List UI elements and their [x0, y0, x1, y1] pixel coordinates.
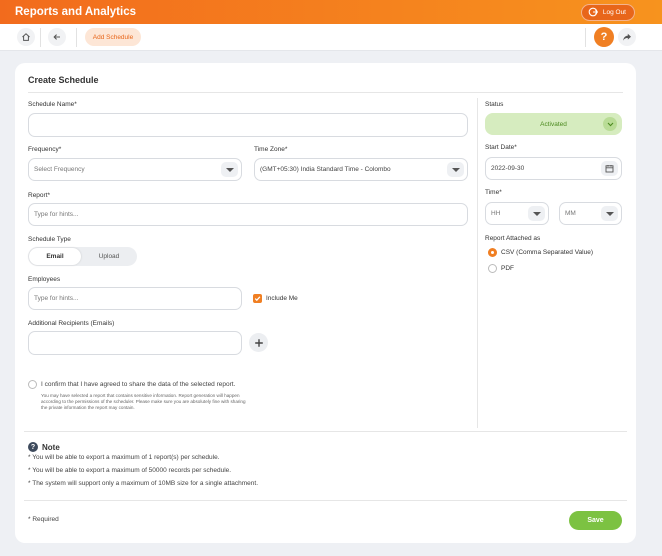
minute-value: MM — [565, 210, 576, 217]
chevron-down-icon — [528, 206, 545, 221]
frequency-select[interactable]: Select Frequency — [28, 158, 242, 181]
toolbar-divider — [76, 28, 77, 47]
footer-divider — [24, 500, 627, 501]
required-note: * Required — [28, 516, 59, 523]
calendar-icon[interactable] — [601, 161, 618, 176]
pdf-radio[interactable] — [488, 264, 497, 273]
title-divider — [28, 92, 623, 93]
add-recipient-button[interactable] — [249, 333, 268, 352]
consent-warning: You may have selected a report that cont… — [41, 393, 246, 410]
status-value: Activated — [540, 120, 567, 128]
chevron-down-icon — [447, 162, 464, 177]
arrow-left-icon — [53, 34, 60, 40]
additional-recipients-input[interactable] — [28, 331, 242, 355]
help-icon: ? — [600, 31, 608, 43]
include-me-checkbox[interactable] — [253, 294, 262, 303]
schedule-type-email[interactable]: Email — [29, 248, 81, 265]
start-date-input[interactable]: 2022-09-30 — [485, 157, 622, 180]
report-label: Report* — [28, 192, 51, 199]
logout-icon — [588, 7, 598, 17]
note-item: * You will be able to export a maximum o… — [28, 467, 232, 474]
column-divider — [477, 98, 478, 428]
schedule-type-label: Schedule Type — [28, 236, 71, 243]
save-button[interactable]: Save — [569, 511, 622, 530]
status-label: Status — [485, 101, 504, 108]
frequency-value: Select Frequency — [34, 166, 85, 173]
timezone-select[interactable]: (GMT+05:30) India Standard Time - Colomb… — [254, 158, 468, 181]
timezone-label: Time Zone* — [254, 146, 288, 153]
toolbar-divider — [40, 28, 41, 47]
consent-label: I confirm that I have agreed to share th… — [41, 381, 236, 388]
share-icon — [623, 33, 631, 41]
employees-label: Employees — [28, 276, 61, 283]
add-schedule-tab[interactable]: Add Schedule — [85, 28, 141, 46]
additional-recipients-label: Additional Recipients (Emails) — [28, 320, 115, 327]
plus-icon — [254, 338, 263, 347]
chevron-down-icon — [601, 206, 618, 221]
start-date-value: 2022-09-30 — [491, 165, 525, 172]
toolbar: Add Schedule ? — [0, 24, 662, 51]
help-circle-icon: ? — [28, 442, 38, 452]
csv-radio[interactable] — [488, 248, 497, 257]
help-button[interactable]: ? — [594, 27, 614, 47]
back-button[interactable] — [48, 28, 66, 46]
share-button[interactable] — [618, 28, 636, 46]
schedule-type-upload[interactable]: Upload — [83, 248, 135, 265]
logout-label: Log Out — [602, 8, 626, 16]
home-button[interactable] — [17, 28, 35, 46]
consent-checkbox[interactable] — [28, 380, 37, 389]
note-item: * You will be able to export a maximum o… — [28, 454, 220, 461]
start-date-label: Start Date* — [485, 144, 517, 151]
page-title: Create Schedule — [28, 75, 99, 85]
chevron-down-icon — [603, 117, 617, 131]
home-icon — [22, 33, 30, 41]
chevron-down-icon — [221, 162, 238, 177]
create-schedule-card: Create Schedule Schedule Name* Frequency… — [15, 63, 636, 543]
schedule-name-label: Schedule Name* — [28, 101, 77, 108]
note-divider — [24, 431, 627, 432]
time-label: Time* — [485, 189, 502, 196]
pdf-option-label: PDF — [501, 265, 514, 272]
check-icon — [254, 296, 261, 302]
minute-select[interactable]: MM — [559, 202, 622, 225]
employees-input[interactable]: Type for hints... — [28, 287, 242, 310]
frequency-label: Frequency* — [28, 146, 62, 153]
csv-option-label: CSV (Comma Separated Value) — [501, 249, 594, 256]
hour-value: HH — [491, 210, 501, 217]
note-item: * The system will support only a maximum… — [28, 480, 259, 487]
app-title: Reports and Analytics — [15, 6, 136, 18]
report-input[interactable]: Type for hints... — [28, 203, 468, 226]
status-select[interactable]: Activated — [485, 113, 622, 135]
note-title: Note — [42, 443, 60, 452]
include-me-label: Include Me — [266, 295, 298, 302]
hour-select[interactable]: HH — [485, 202, 549, 225]
app-header: Reports and Analytics Log Out — [0, 0, 662, 24]
logout-button[interactable]: Log Out — [580, 3, 635, 21]
report-attached-label: Report Attached as — [485, 235, 541, 242]
timezone-value: (GMT+05:30) India Standard Time - Colomb… — [260, 166, 391, 173]
schedule-name-input[interactable] — [28, 113, 468, 137]
toolbar-divider — [585, 28, 586, 47]
schedule-type-toggle: Email Upload — [28, 247, 137, 266]
